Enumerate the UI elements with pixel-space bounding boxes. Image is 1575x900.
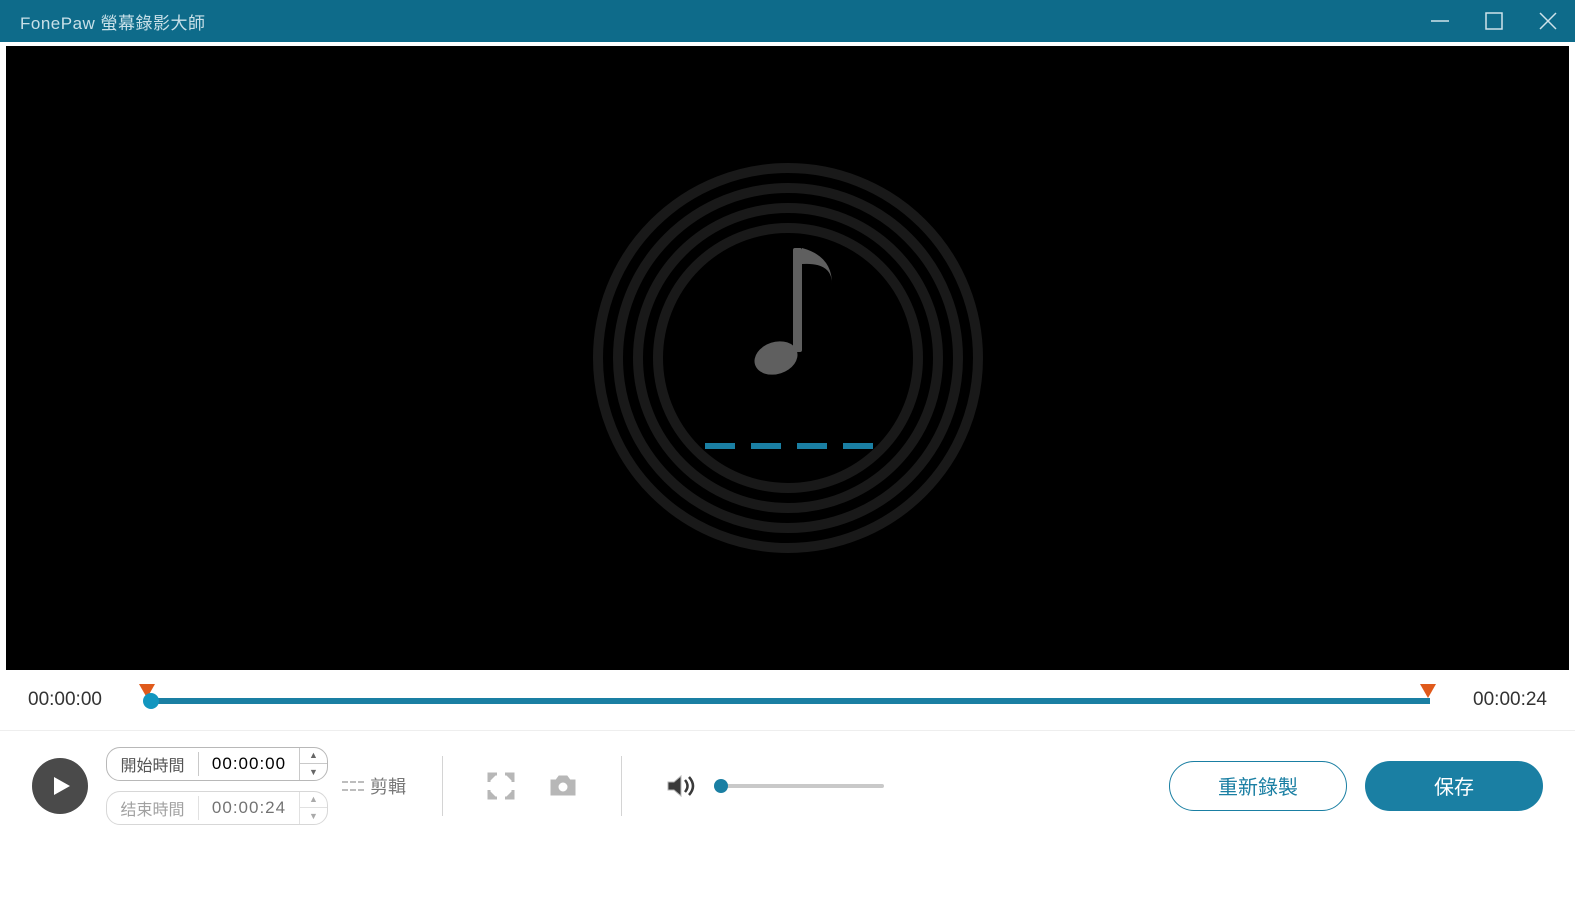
end-time-value[interactable]: 00:00:24 [199,798,299,818]
fullscreen-icon [486,771,516,801]
start-time-stepper[interactable]: ▲▼ [299,748,327,780]
media-preview [6,46,1569,670]
divider [621,756,622,816]
end-time-label: 结束時間 [107,796,199,820]
save-button[interactable]: 保存 [1365,761,1543,811]
volume-icon [665,771,695,801]
end-time-stepper[interactable]: ▲▼ [299,792,327,824]
clip-label: 剪輯 [370,773,406,799]
volume-slider[interactable] [714,784,884,788]
close-button[interactable] [1521,0,1575,42]
volume-control [658,764,884,808]
controls-bar: 開始時間 00:00:00 ▲▼ 结束時間 00:00:24 ▲▼ 剪輯 重新錄… [0,730,1575,840]
fullscreen-button[interactable] [479,764,523,808]
rerecord-button[interactable]: 重新錄製 [1169,761,1347,811]
timeline: 00:00:00 00:00:24 [0,670,1575,730]
timeline-track[interactable] [145,690,1430,710]
snapshot-button[interactable] [541,764,585,808]
start-time-field[interactable]: 開始時間 00:00:00 ▲▼ [106,747,328,781]
end-time-field[interactable]: 结束時間 00:00:24 ▲▼ [106,791,328,825]
volume-knob[interactable] [714,779,728,793]
timeline-start-label: 00:00:00 [28,689,123,711]
start-time-value[interactable]: 00:00:00 [199,754,299,774]
trim-end-marker[interactable] [1420,684,1436,698]
clip-button[interactable]: 剪輯 [342,773,406,799]
titlebar: FonePaw 螢幕錄影大師 [0,0,1575,42]
play-icon [48,774,72,798]
maximize-button[interactable] [1467,0,1521,42]
minimize-button[interactable] [1413,0,1467,42]
audio-visual-icon [578,148,998,568]
window-controls [1413,0,1575,42]
app-title: FonePaw 螢幕錄影大師 [20,9,206,34]
camera-icon [547,771,579,801]
volume-button[interactable] [658,764,702,808]
start-time-label: 開始時間 [107,752,199,776]
clip-icon [342,781,364,791]
play-button[interactable] [32,758,88,814]
playhead[interactable] [145,695,157,707]
divider [442,756,443,816]
timeline-end-label: 00:00:24 [1452,689,1547,711]
time-fields: 開始時間 00:00:00 ▲▼ 结束時間 00:00:24 ▲▼ [106,747,328,825]
